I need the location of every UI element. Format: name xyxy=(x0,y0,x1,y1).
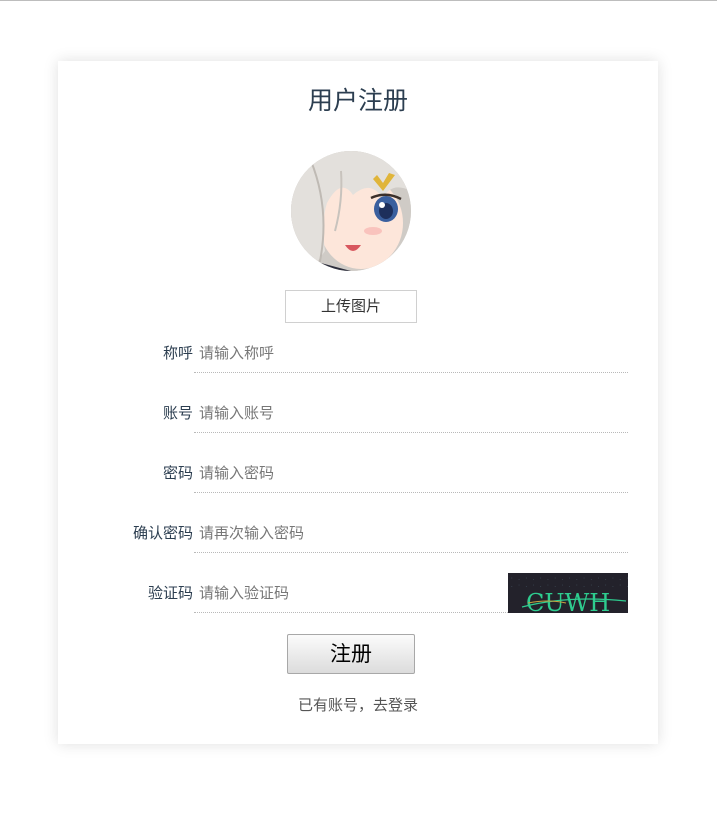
captcha-input[interactable] xyxy=(194,573,508,613)
captcha-row: 验证码 · . · . · . · . · . · . · . · . · . … xyxy=(58,573,658,613)
upload-image-button[interactable]: 上传图片 xyxy=(285,290,417,323)
confirm-password-label: 确认密码 xyxy=(132,524,193,542)
nickname-row: 称呼 xyxy=(58,333,658,373)
captcha-image[interactable]: · . · . · . · . · . · . · . · . · . . · … xyxy=(508,573,628,613)
password-row: 密码 xyxy=(58,453,658,493)
go-login-link[interactable]: 已有账号，去登录 xyxy=(58,695,658,715)
account-input[interactable] xyxy=(194,393,628,433)
password-label: 密码 xyxy=(162,464,193,482)
nickname-input[interactable] xyxy=(194,333,628,373)
account-row: 账号 xyxy=(58,393,658,433)
avatar xyxy=(291,151,411,271)
confirm-password-input[interactable] xyxy=(194,513,628,553)
captcha-label: 验证码 xyxy=(147,584,193,602)
top-divider xyxy=(0,0,717,1)
register-button[interactable]: 注册 xyxy=(287,634,415,674)
account-label: 账号 xyxy=(162,404,193,422)
nickname-label: 称呼 xyxy=(162,344,193,362)
svg-text:· . · . · . · . · . · . · . ·: · . · . · . · . · . · . · . · . · . xyxy=(510,575,628,582)
svg-text:. · . · . · . · . · . · . · .: . · . · . · . · . · . · . · . · . xyxy=(510,582,628,589)
register-card: 用户注册 上传图片 称呼 请输入称呼 账号 请输入账号 密码 确认密码 验证码 … xyxy=(58,61,658,744)
password-input[interactable] xyxy=(194,453,628,493)
avatar-image xyxy=(291,151,411,271)
page-title: 用户注册 xyxy=(307,86,408,115)
confirm-password-row: 确认密码 xyxy=(58,513,658,553)
